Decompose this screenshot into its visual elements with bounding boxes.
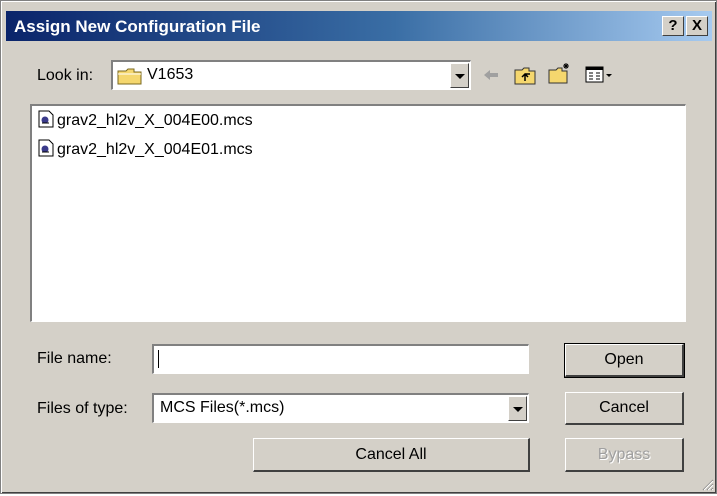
folder-icon [117,66,143,91]
new-folder-icon[interactable] [547,61,573,90]
cancel-button[interactable]: Cancel [565,392,684,425]
look-in-value: V1653 [147,66,194,83]
text-caret [158,350,159,368]
files-of-type-value: MCS Files(*.mcs) [160,399,285,416]
look-in-label: Look in: [37,67,94,84]
file-name: grav2_hl2v_X_004E00.mcs [57,112,253,129]
dialog-window: Assign New Configuration File ? X Look i… [0,0,717,494]
file-item[interactable]: grav2_hl2v_X_004E01.mcs [38,139,253,161]
resize-grip-icon[interactable] [700,477,714,491]
cancel-all-button[interactable]: Cancel All [253,438,530,472]
title-bar[interactable]: Assign New Configuration File ? X [6,11,712,41]
up-folder-icon[interactable] [513,65,537,92]
files-of-type-dropdown[interactable]: MCS Files(*.mcs) [152,393,529,423]
look-in-dropdown[interactable]: V1653 [111,60,471,90]
file-icon [38,110,57,133]
file-item[interactable]: grav2_hl2v_X_004E00.mcs [38,110,253,132]
back-arrow-icon[interactable] [481,65,501,90]
files-of-type-label: Files of type: [37,400,128,417]
close-button[interactable]: X [686,16,708,36]
view-menu-icon[interactable] [585,65,613,90]
look-in-dropdown-button[interactable] [450,63,469,88]
bypass-button[interactable]: Bypass [565,438,684,472]
file-name-label: File name: [37,350,112,367]
file-name-input[interactable] [152,344,529,374]
files-of-type-dropdown-button[interactable] [508,396,527,421]
file-list[interactable]: grav2_hl2v_X_004E00.mcs grav2_hl2v_X_004… [30,104,686,322]
help-button[interactable]: ? [662,16,684,36]
window-title: Assign New Configuration File [14,17,261,36]
file-icon [38,139,57,162]
open-button[interactable]: Open [564,343,685,378]
file-name: grav2_hl2v_X_004E01.mcs [57,141,253,158]
